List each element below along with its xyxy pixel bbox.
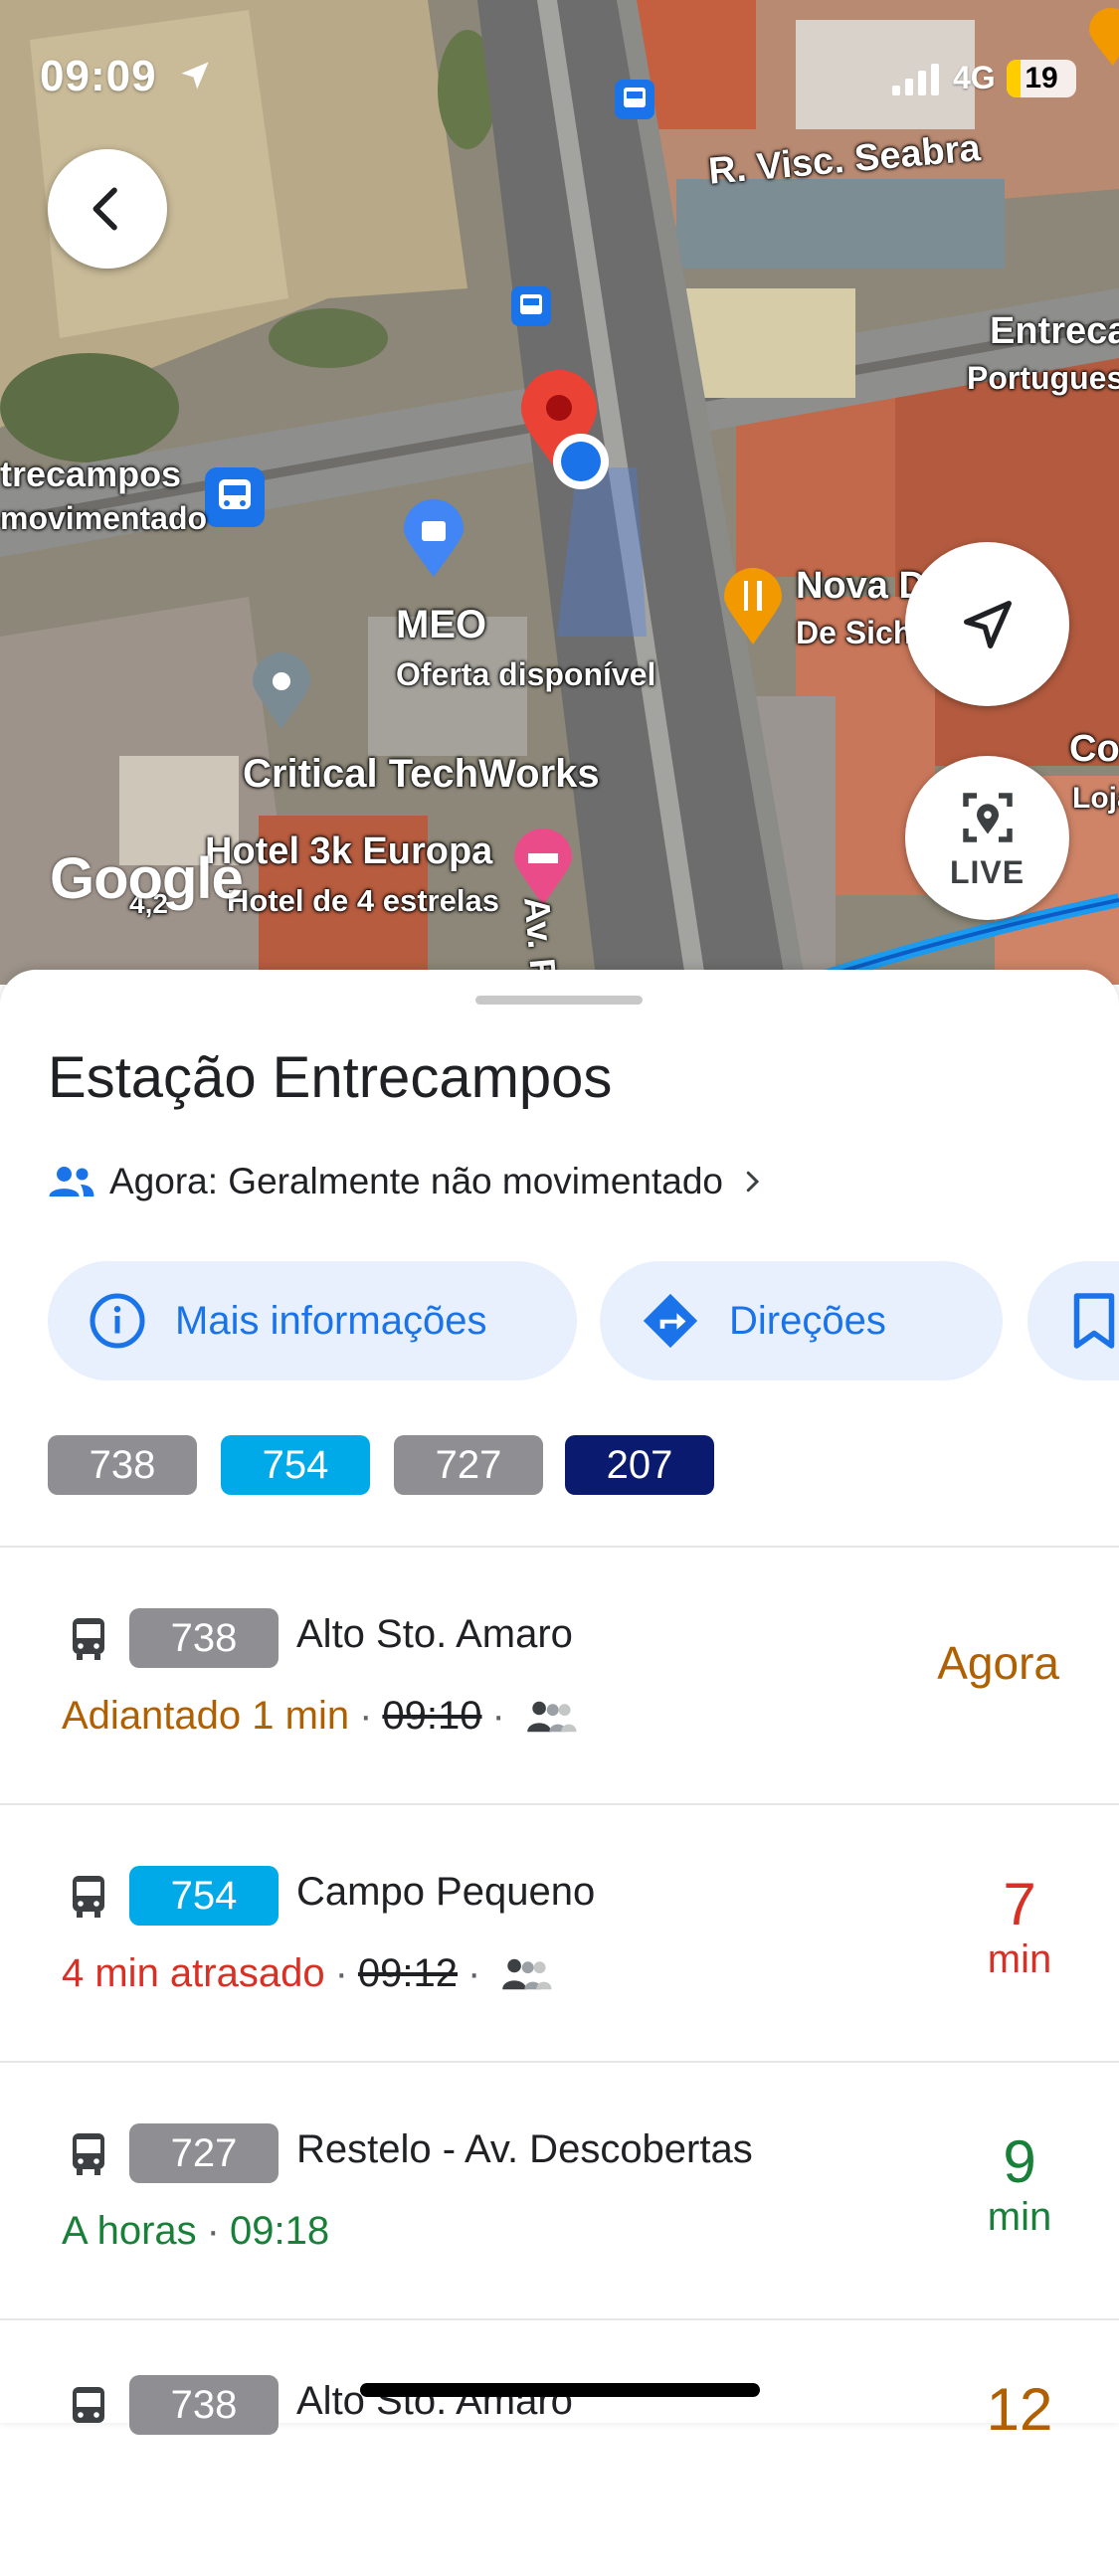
poi-label: Critical TechWorks bbox=[243, 752, 600, 796]
scheduled-time: 09:10 bbox=[382, 1694, 482, 1738]
departure-row[interactable]: 738 Alto Sto. Amaro Adiantado 1 min · 09… bbox=[0, 1547, 1119, 1803]
bus-stop-icon[interactable] bbox=[511, 286, 551, 326]
eta: 9 min bbox=[980, 2129, 1059, 2240]
directions-button[interactable]: Direções bbox=[600, 1261, 1003, 1380]
signal-bars-icon bbox=[892, 64, 939, 95]
map-view[interactable]: R. Visc. Seabra Entreca Portugues trecam… bbox=[0, 0, 1119, 985]
directions-label: Direções bbox=[729, 1298, 886, 1343]
people-icon bbox=[49, 1167, 94, 1196]
restaurant-pin-icon[interactable] bbox=[722, 567, 784, 646]
bus-icon bbox=[73, 1876, 104, 1918]
destination: Campo Pequeno bbox=[296, 1870, 596, 1914]
place-pin-icon[interactable] bbox=[251, 651, 312, 731]
location-arrow-icon bbox=[181, 62, 209, 90]
home-indicator[interactable] bbox=[360, 2383, 760, 2397]
route-badge: 754 bbox=[129, 1866, 279, 1926]
bus-icon bbox=[73, 1618, 104, 1660]
hotel-pin-icon[interactable] bbox=[512, 828, 574, 907]
battery-level: 19 bbox=[1025, 62, 1058, 94]
crowding-icon bbox=[502, 1958, 552, 1989]
destination: Restelo - Av. Descobertas bbox=[296, 2127, 753, 2171]
busyness-text: Agora: Geralmente não movimentado bbox=[109, 1161, 724, 1201]
departure-time: 09:18 bbox=[229, 2209, 330, 2253]
my-location-dot-icon bbox=[553, 434, 609, 489]
eta: Agora bbox=[937, 1637, 1059, 1689]
bus-icon bbox=[73, 2133, 104, 2175]
station-sublabel: movimentado bbox=[0, 500, 208, 536]
delay-status: 4 min atrasado bbox=[62, 1951, 325, 1995]
eta: 7 min bbox=[980, 1872, 1059, 1982]
poi-sublabel: De Sich bbox=[796, 615, 913, 650]
route-chip[interactable]: 727 bbox=[394, 1435, 543, 1495]
status-time: 09:09 bbox=[40, 52, 157, 100]
live-view-icon bbox=[962, 793, 1013, 842]
delay-status: A horas bbox=[62, 2209, 197, 2253]
departure-row[interactable]: 754 Campo Pequeno 4 min atrasado · 09:12… bbox=[0, 1804, 1119, 2061]
poi-sublabel: Hotel de 4 estrelas bbox=[227, 883, 499, 918]
departure-status-line: 4 min atrasado · 09:12 · bbox=[62, 1951, 552, 1996]
poi-label: Nova D bbox=[796, 565, 926, 607]
busyness-row[interactable]: Agora: Geralmente não movimentado bbox=[48, 1157, 767, 1206]
eta: 12 bbox=[980, 2377, 1059, 2443]
poi-label: Hotel 3k Europa bbox=[205, 830, 493, 872]
more-info-label: Mais informações bbox=[175, 1298, 487, 1343]
departure-row[interactable]: 727 Restelo - Av. Descobertas A horas · … bbox=[0, 2062, 1119, 2318]
scheduled-time: 09:12 bbox=[357, 1951, 459, 1995]
back-arrow-icon bbox=[93, 187, 117, 231]
poi-label: MEO bbox=[396, 603, 487, 646]
place-sheet[interactable]: Estação Entrecampos Agora: Geralmente nã… bbox=[0, 970, 1119, 2443]
navigation-arrow-icon bbox=[963, 600, 1012, 648]
delay-status: Adiantado 1 min bbox=[62, 1694, 350, 1738]
directions-icon bbox=[643, 1293, 698, 1349]
route-chip[interactable]: 754 bbox=[221, 1435, 370, 1495]
navigation-button[interactable] bbox=[905, 542, 1069, 706]
station-label: Entreca bbox=[990, 310, 1119, 352]
back-button[interactable] bbox=[48, 149, 167, 269]
bus-icon bbox=[73, 2387, 104, 2423]
departure-status-line: A horas · 09:18 bbox=[62, 2209, 330, 2253]
crowding-icon bbox=[527, 1701, 577, 1732]
save-button[interactable] bbox=[1027, 1261, 1119, 1380]
live-view-button[interactable]: LIVE bbox=[905, 756, 1069, 920]
info-icon bbox=[90, 1293, 145, 1349]
poi-label: Co bbox=[1069, 728, 1119, 770]
eta-number: 9 bbox=[1003, 2128, 1036, 2195]
google-logo: Google bbox=[50, 846, 244, 911]
station-sublabel: Portugues bbox=[967, 360, 1119, 396]
bookmark-icon bbox=[1073, 1293, 1115, 1349]
station-label: trecampos bbox=[0, 454, 182, 494]
live-label: LIVE bbox=[949, 854, 1026, 890]
train-station-icon[interactable] bbox=[205, 467, 265, 527]
battery-icon: 19 bbox=[1007, 60, 1076, 97]
poi-sublabel: Oferta disponível bbox=[396, 656, 656, 692]
status-bar: 09:09 4G 19 bbox=[0, 0, 1119, 149]
poi-sublabel: Loja d bbox=[1072, 782, 1119, 815]
route-badge: 738 bbox=[129, 2375, 279, 2435]
place-title: Estação Entrecampos bbox=[48, 1045, 613, 1110]
eta-number: 7 bbox=[1003, 1871, 1036, 1937]
eta-unit: min bbox=[987, 2195, 1052, 2239]
eta-number: 12 bbox=[986, 2376, 1053, 2443]
route-chip[interactable]: 738 bbox=[48, 1435, 197, 1495]
route-badge: 738 bbox=[129, 1608, 279, 1668]
network-type: 4G bbox=[953, 60, 996, 95]
route-badge: 727 bbox=[129, 2123, 279, 2183]
sheet-drag-handle[interactable] bbox=[475, 996, 643, 1005]
eta-unit: min bbox=[987, 1937, 1052, 1981]
departure-row[interactable]: 738 Alto Sto. Amaro 12 bbox=[0, 2319, 1119, 2576]
more-info-button[interactable]: Mais informações bbox=[48, 1261, 577, 1380]
destination: Alto Sto. Amaro bbox=[296, 1612, 573, 1656]
route-chip[interactable]: 207 bbox=[565, 1435, 714, 1495]
chevron-right-icon bbox=[746, 1171, 760, 1193]
action-buttons: Mais informações Direções bbox=[48, 1261, 1119, 1380]
shopping-pin-icon[interactable] bbox=[402, 499, 466, 579]
departure-status-line: Adiantado 1 min · 09:10 · bbox=[62, 1694, 577, 1739]
